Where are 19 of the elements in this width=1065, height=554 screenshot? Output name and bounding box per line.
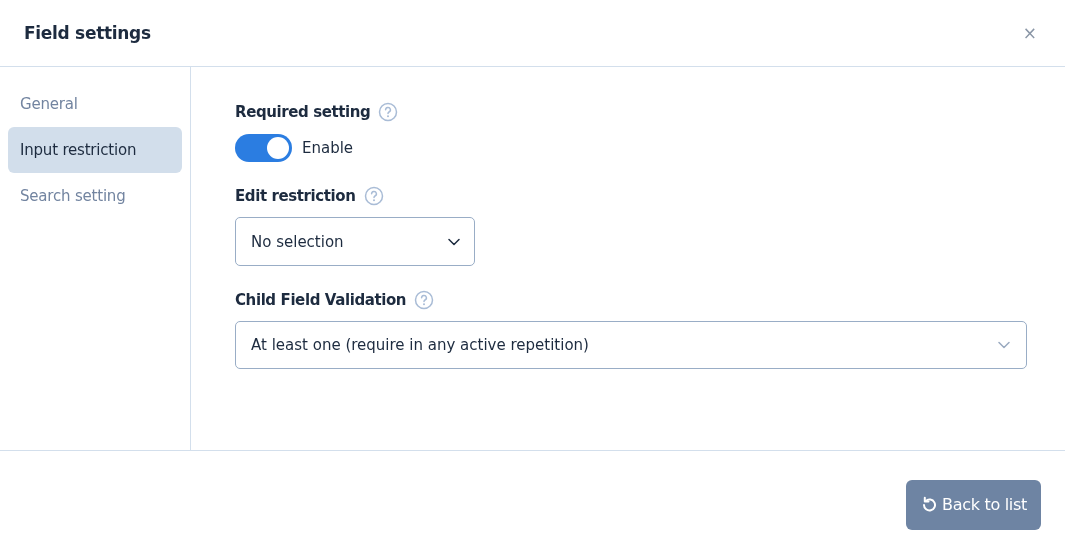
setting-label: Child Field Validation — [235, 291, 407, 309]
dialog-title: Field settings — [24, 23, 151, 43]
sidebar-item[interactable]: General — [8, 81, 182, 127]
close-button[interactable]: × — [1018, 23, 1041, 43]
sidebar-item[interactable]: Search setting — [8, 173, 182, 219]
chevron-down-icon — [448, 237, 460, 246]
toggle-label: Enable — [302, 139, 354, 157]
setting-label: Required setting — [235, 103, 371, 121]
help-icon — [378, 102, 399, 122]
chevron-down-icon — [998, 341, 1010, 349]
help-icon — [363, 186, 384, 206]
setting-label: Edit restriction — [235, 187, 356, 205]
select-field[interactable]: No selection — [235, 217, 475, 266]
help-icon — [414, 290, 435, 310]
select-field[interactable]: At least one (require in any active repetition) — [235, 321, 1027, 369]
back-button[interactable]: Back to list — [906, 479, 1041, 530]
toggle-switch[interactable] — [235, 134, 292, 162]
undo-icon — [920, 495, 938, 514]
sidebar-item[interactable]: Input restriction — [8, 127, 182, 173]
